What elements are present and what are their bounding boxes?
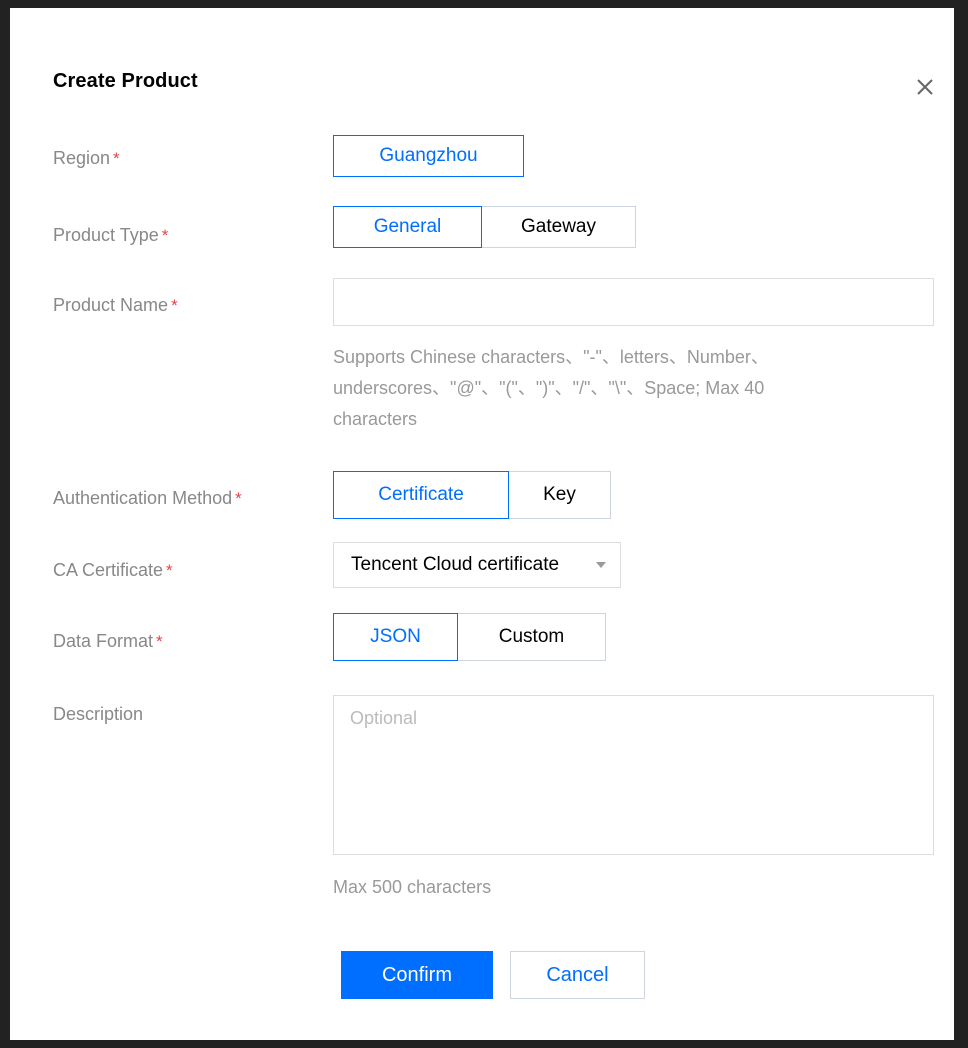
product-type-option-general[interactable]: General xyxy=(333,206,482,248)
region-option-guangzhou[interactable]: Guangzhou xyxy=(333,135,524,177)
auth-method-label: Authentication Method * xyxy=(53,488,242,509)
description-help: Max 500 characters xyxy=(333,877,492,897)
product-name-help-line-2: underscores、"@"、"("、")"、"/"、"\"、Space; M… xyxy=(333,378,765,398)
product-name-help: Supports Chinese characters、"-"、letters、… xyxy=(333,342,923,435)
data-format-option-custom[interactable]: Custom xyxy=(457,613,606,661)
data-format-option-json[interactable]: JSON xyxy=(333,613,458,661)
region-label: Region * xyxy=(53,148,120,169)
region-label-text: Region xyxy=(53,148,111,168)
confirm-button[interactable]: Confirm xyxy=(341,951,493,999)
product-name-help-line-1: Supports Chinese characters、"-"、letters、… xyxy=(333,347,769,367)
product-name-help-line-3: characters xyxy=(333,409,418,429)
required-mark: * xyxy=(113,149,120,168)
ca-certificate-label-text: CA Certificate xyxy=(53,560,164,580)
product-name-label-text: Product Name xyxy=(53,295,169,315)
required-mark: * xyxy=(235,489,242,508)
close-button[interactable] xyxy=(910,72,940,102)
create-product-dialog: Create Product Region * Guangzhou Product… xyxy=(10,8,954,1040)
auth-method-label-text: Authentication Method xyxy=(53,488,233,508)
ca-certificate-label: CA Certificate * xyxy=(53,560,173,581)
description-label-text: Description xyxy=(53,704,144,724)
description-textarea[interactable] xyxy=(333,695,934,855)
data-format-label-text: Data Format xyxy=(53,631,154,651)
dialog-title: Create Product xyxy=(53,70,198,92)
auth-method-option-certificate[interactable]: Certificate xyxy=(333,471,509,519)
ca-certificate-select[interactable]: Tencent Cloud certificate xyxy=(333,542,621,588)
required-mark: * xyxy=(171,296,178,315)
caret-down-icon xyxy=(596,562,606,568)
product-name-label: Product Name * xyxy=(53,295,178,316)
data-format-label: Data Format * xyxy=(53,631,163,652)
required-mark: * xyxy=(166,561,173,580)
ca-certificate-selected-value: Tencent Cloud certificate xyxy=(351,554,560,575)
required-mark: * xyxy=(156,632,163,651)
required-mark: * xyxy=(161,226,169,245)
product-type-label: Product Type * xyxy=(53,225,168,246)
description-label: Description xyxy=(53,704,143,725)
close-icon xyxy=(917,79,933,95)
product-name-input[interactable] xyxy=(333,278,934,326)
cancel-button[interactable]: Cancel xyxy=(510,951,645,999)
auth-method-option-key[interactable]: Key xyxy=(508,471,611,519)
product-type-label-text: Product Type xyxy=(53,225,159,245)
product-type-option-gateway[interactable]: Gateway xyxy=(481,206,636,248)
